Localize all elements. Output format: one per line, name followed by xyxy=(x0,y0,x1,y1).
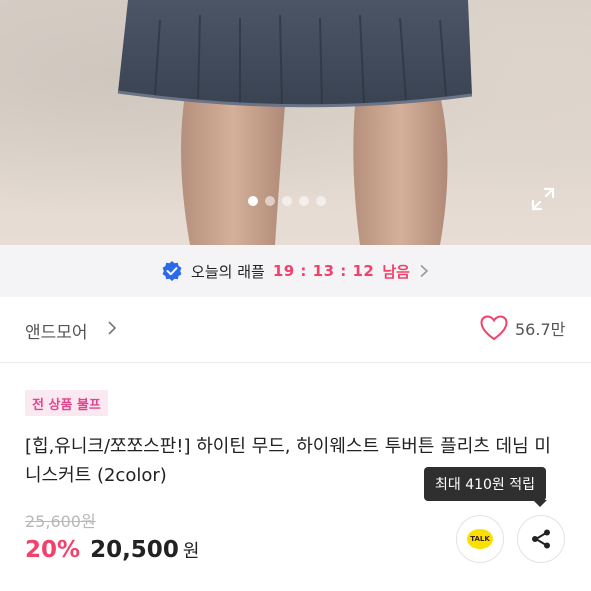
raffle-banner[interactable]: 오늘의 래플 19 : 13 : 12 남음 xyxy=(0,245,591,297)
raffle-timer: 19 : 13 : 12 xyxy=(272,262,375,280)
discount-rate: 20% xyxy=(25,537,81,563)
like-button[interactable]: 56.7만 xyxy=(480,315,565,341)
product-photo xyxy=(117,0,473,245)
share-button[interactable] xyxy=(517,515,565,563)
kakao-talk-label: TALK xyxy=(470,535,490,543)
original-price: 25,600원 xyxy=(25,512,96,531)
raffle-label: 오늘의 래플 xyxy=(191,262,265,281)
chevron-right-icon[interactable] xyxy=(106,319,118,337)
product-image-carousel[interactable] xyxy=(0,0,591,245)
reward-tooltip: 최대 410원 적립 xyxy=(424,467,547,501)
raffle-remaining-label: 남음 xyxy=(382,262,410,281)
chevron-right-icon xyxy=(420,264,429,278)
carousel-dot[interactable] xyxy=(299,196,309,206)
like-count: 56.7만 xyxy=(515,320,566,339)
heart-icon xyxy=(480,315,508,341)
share-icon xyxy=(532,529,550,549)
kakao-talk-icon: TALK xyxy=(467,529,493,549)
kakao-talk-button[interactable]: TALK xyxy=(456,515,504,563)
store-name-link[interactable]: 앤드모어 xyxy=(25,318,88,343)
carousel-dot[interactable] xyxy=(248,196,258,206)
tooltip-arrow xyxy=(533,500,547,507)
currency-unit: 원 xyxy=(182,541,200,562)
price-row: 20% 20,500 원 xyxy=(25,537,199,563)
carousel-dot[interactable] xyxy=(316,196,326,206)
carousel-dot[interactable] xyxy=(282,196,292,206)
promo-badge: 전 상품 불프 xyxy=(25,390,108,416)
verified-check-icon xyxy=(162,261,182,281)
store-row: 앤드모어 56.7만 xyxy=(0,297,591,363)
carousel-dot[interactable] xyxy=(265,196,275,206)
sale-price: 20,500 xyxy=(90,537,179,563)
expand-image-icon[interactable] xyxy=(528,184,558,214)
carousel-indicator[interactable] xyxy=(248,196,326,206)
